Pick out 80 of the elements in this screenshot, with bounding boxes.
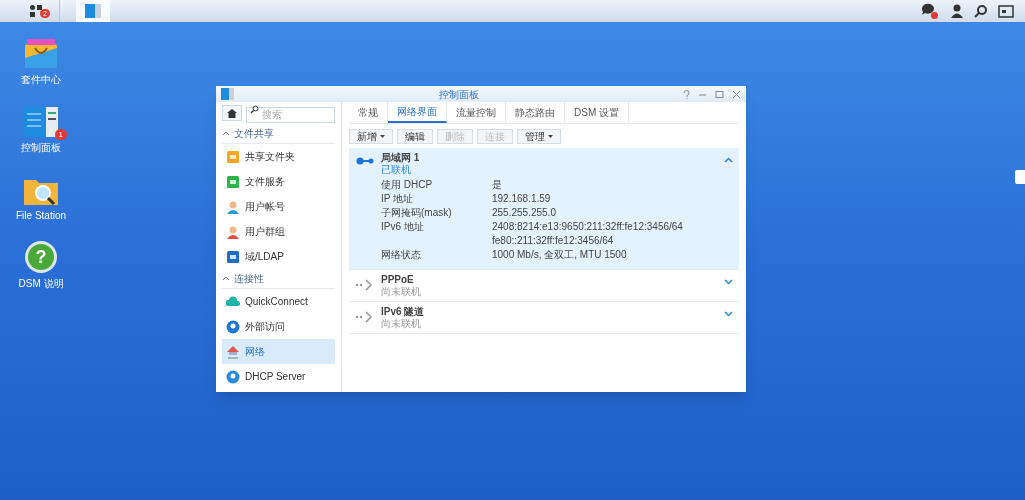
home-button[interactable] xyxy=(222,105,242,121)
section-header[interactable]: 文件共享 xyxy=(222,124,335,144)
toolbar-button[interactable]: 新增 xyxy=(349,128,393,144)
interface-name: IPv6 隧道 xyxy=(381,305,426,318)
interface-name: 局域网 1 xyxy=(381,151,421,164)
sidebar-item[interactable]: 用户群组 xyxy=(222,219,335,244)
tab[interactable]: 静态路由 xyxy=(506,102,565,123)
window-title: 控制面板 xyxy=(437,87,480,102)
house-network-icon xyxy=(226,344,240,359)
cloud-icon xyxy=(226,294,240,309)
detail-value: 是 xyxy=(492,178,502,192)
interface-status: 尚未联机 xyxy=(381,318,422,330)
toolbar-button[interactable]: 管理 xyxy=(517,128,561,144)
detail-value: fe80::211:32ff:fe12:3456/64 xyxy=(492,234,615,248)
control-panel-icon xyxy=(221,88,234,100)
chevron-down-icon[interactable] xyxy=(724,279,733,285)
grid-icon xyxy=(28,4,43,18)
sidebar-item[interactable]: 网络 xyxy=(222,339,335,364)
chevron-up-icon xyxy=(222,276,230,281)
widget-icon[interactable] xyxy=(998,4,1014,18)
interface-status: 尚未联机 xyxy=(381,286,422,298)
search-field[interactable]: 搜索 xyxy=(246,106,335,123)
shopping-bag-icon xyxy=(23,36,59,70)
user-icon xyxy=(226,199,240,214)
sidebar-item[interactable]: 文件服务 xyxy=(222,169,335,194)
users-icon xyxy=(226,224,240,239)
tab[interactable]: 常规 xyxy=(349,102,388,123)
detail-label: 使用 DHCP xyxy=(381,178,434,192)
home-icon xyxy=(227,108,237,118)
address-book-icon xyxy=(226,249,240,264)
connected-link-icon xyxy=(356,157,374,165)
sidebar-item[interactable]: 域/LDAP xyxy=(222,244,335,269)
chevron-up-icon xyxy=(222,131,230,136)
detail-value: 1000 Mb/s, 全双工, MTU 1500 xyxy=(492,248,627,262)
detail-value: 192.168.1.59 xyxy=(492,192,551,206)
control-panel-icon xyxy=(84,3,102,19)
help-icon: ? xyxy=(24,240,58,274)
caret-icon xyxy=(380,134,385,138)
tab[interactable]: 流量控制 xyxy=(447,102,506,123)
help-icon[interactable] xyxy=(683,89,690,99)
detail-label: 网络状态 xyxy=(381,248,422,262)
interface-status: 已联机 xyxy=(381,164,412,176)
disconnected-arrow-icon xyxy=(355,279,375,291)
section-title: 连接性 xyxy=(234,272,264,286)
desktop-icon-label[interactable]: 套件中心 xyxy=(21,74,61,86)
detail-label: IPv6 地址 xyxy=(381,220,425,234)
tab[interactable]: 网络界面 xyxy=(388,102,447,123)
taskbar-app-button[interactable] xyxy=(76,0,110,22)
close-icon[interactable] xyxy=(732,89,741,99)
sidebar-item[interactable]: 用户帐号 xyxy=(222,194,335,219)
chat-icon[interactable] xyxy=(921,3,935,16)
search-icon[interactable] xyxy=(974,4,988,18)
file-service-icon xyxy=(226,174,240,189)
desktop-icon-label[interactable]: 控制面板 xyxy=(21,142,61,154)
chevron-up-icon[interactable] xyxy=(724,157,733,163)
detail-value: 255.255.255.0 xyxy=(492,206,556,220)
sidebar-item[interactable]: DHCP Server xyxy=(222,364,335,389)
control-panel-icon xyxy=(23,106,59,138)
maximize-icon[interactable] xyxy=(715,89,724,99)
sidebar-item[interactable]: 外部访问 xyxy=(222,314,335,339)
detail-label: IP 地址 xyxy=(381,192,415,206)
detail-label: 子网掩码(mask) xyxy=(381,206,453,220)
toolbar-button[interactable]: 编辑 xyxy=(397,128,433,144)
sidebar-item[interactable]: 共享文件夹 xyxy=(222,144,335,169)
notification-badge: 1 xyxy=(54,129,67,140)
user-icon[interactable] xyxy=(950,4,964,18)
chevron-down-icon[interactable] xyxy=(724,311,733,317)
tab[interactable]: DSM 设置 xyxy=(565,102,629,123)
search-icon xyxy=(250,105,259,114)
interface-row[interactable]: 局域网 1 已联机 使用 DHCP 是 IP 地址 192.168.1.59 子网掩码(mask) 255.255.255.0 IPv6 地址 2408:8214:e13:9650:211:32ff:fe12:3456/64 fe80::211:32ff:fe12:3456/64 网络状态 1000 Mb/s, 全双工, MTU 1500 xyxy=(349,148,739,270)
section-title: 文件共享 xyxy=(234,127,274,141)
caret-icon xyxy=(548,134,553,138)
sidebar-item[interactable]: QuickConnect xyxy=(222,289,335,314)
section-header[interactable]: 连接性 xyxy=(222,269,335,289)
desktop-icon-label[interactable]: File Station xyxy=(16,210,66,222)
desktop-icon-label[interactable]: DSM 说明 xyxy=(18,278,64,290)
disconnected-arrow-icon xyxy=(355,311,375,323)
detail-value: 2408:8214:e13:9650:211:32ff:fe12:3456/64 xyxy=(492,220,683,234)
shared-folder-icon xyxy=(226,149,240,164)
interface-name: PPPoE xyxy=(381,273,415,286)
